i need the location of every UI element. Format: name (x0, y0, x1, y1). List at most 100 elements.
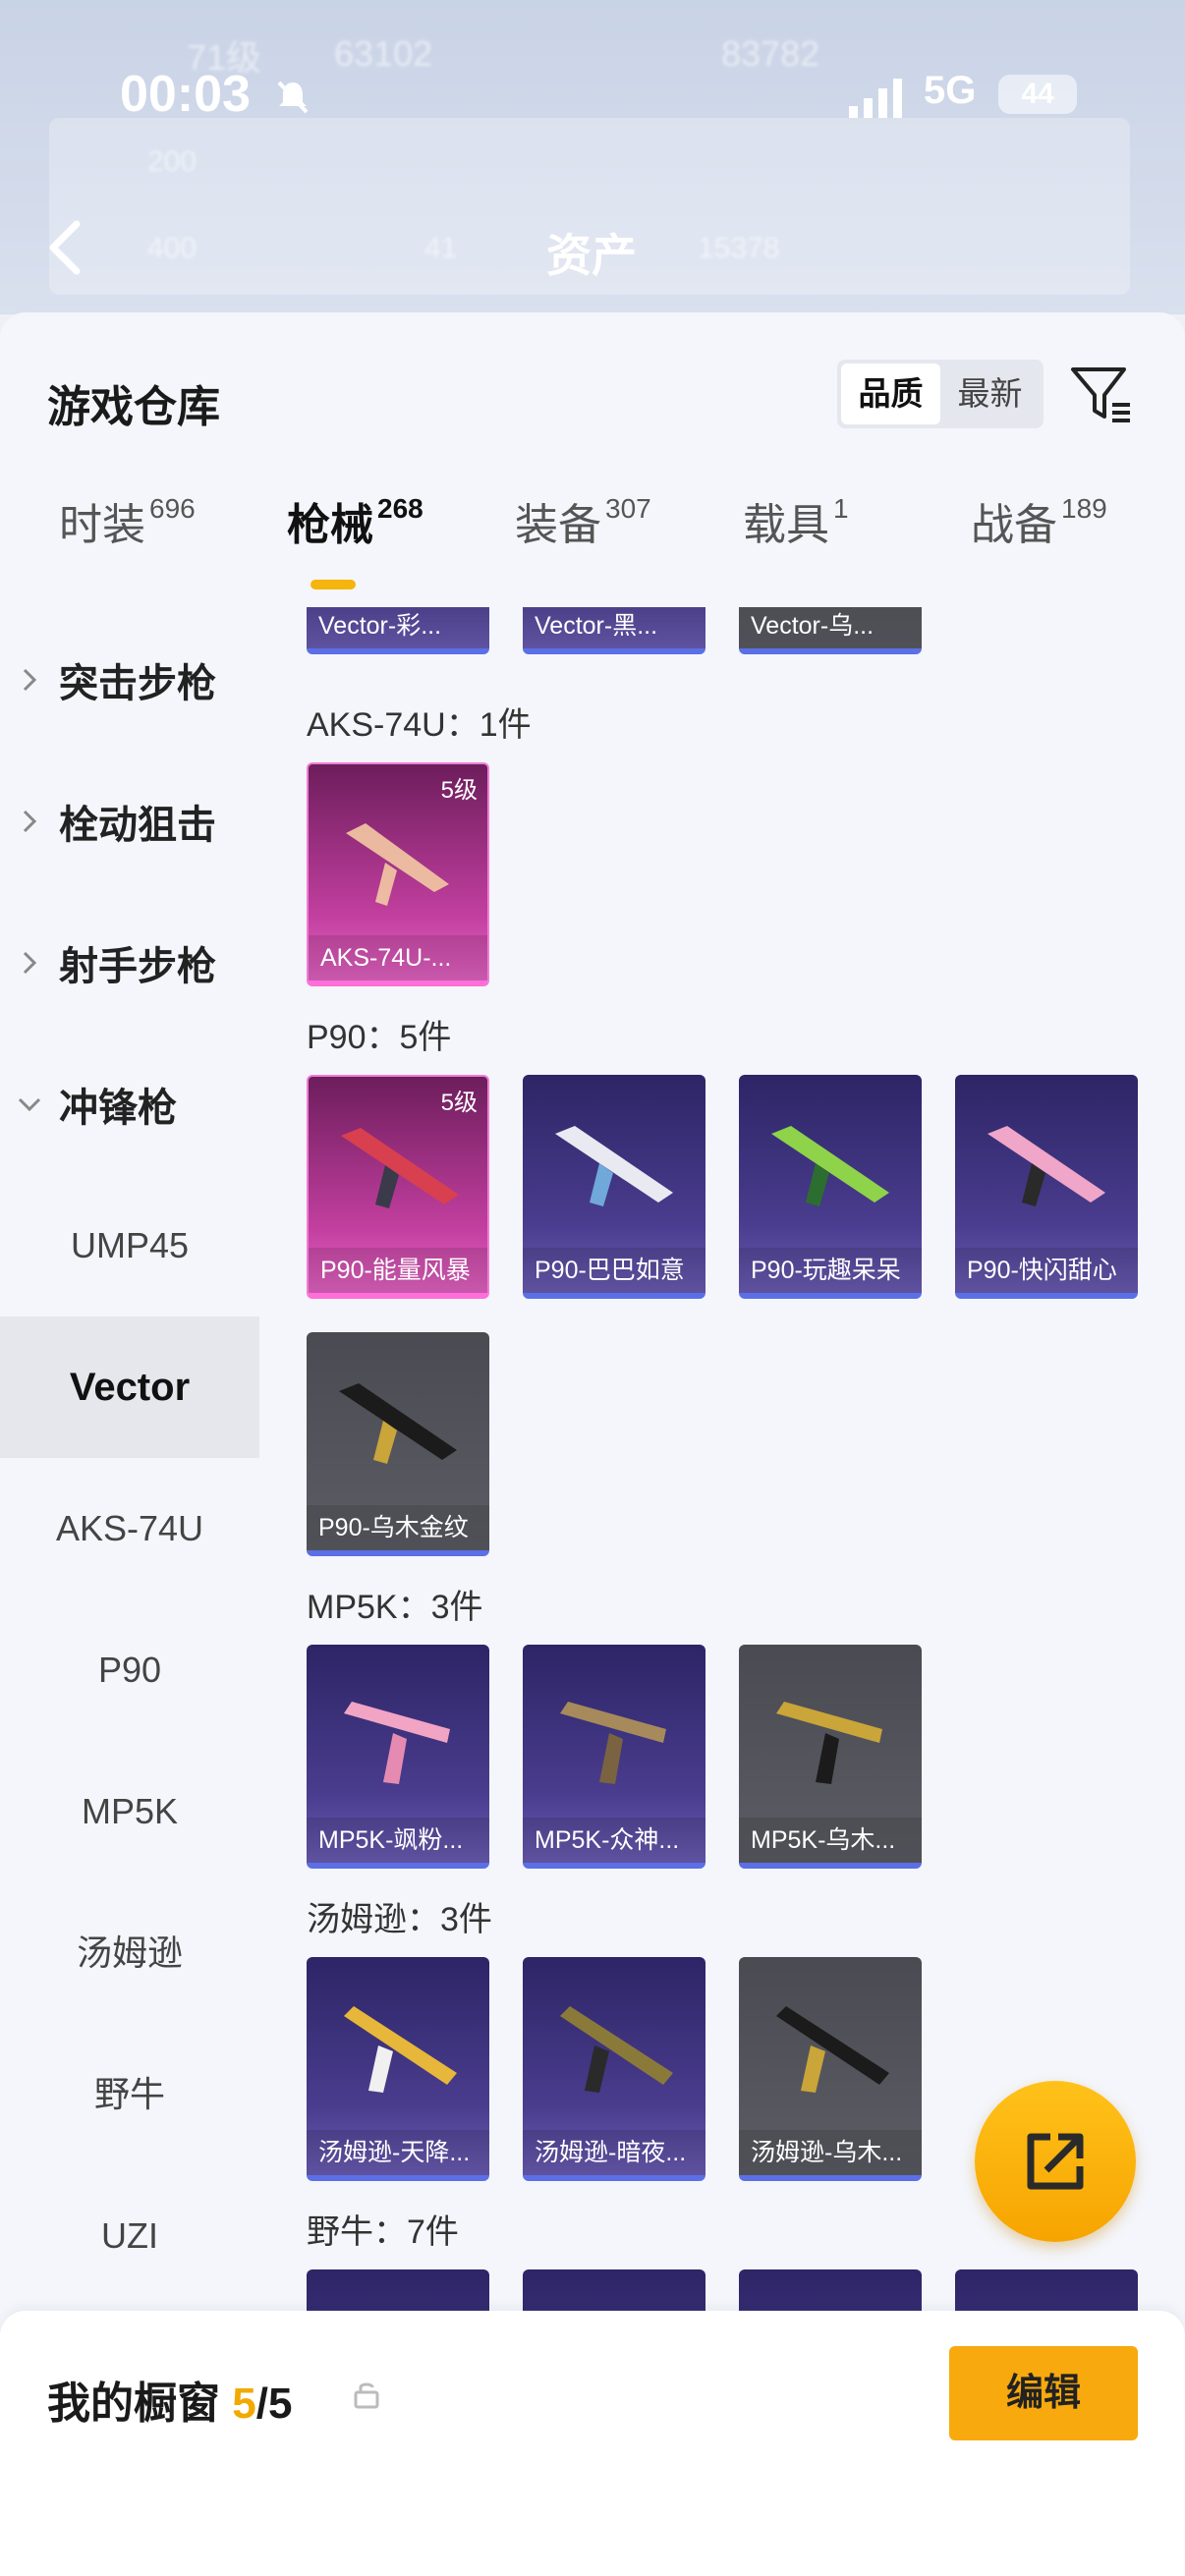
rifle-icon (776, 2006, 889, 2093)
edit-button[interactable]: 编辑 (949, 2346, 1138, 2440)
weapon-card-name: 汤姆逊-暗夜... (523, 2130, 705, 2175)
tab-label: 枪械 (287, 501, 373, 549)
smg-icon (771, 1126, 889, 1206)
tab-vehicles[interactable]: 载具 1 (743, 489, 849, 552)
tab-count: 268 (377, 493, 423, 524)
showcase-separator: / (255, 2380, 268, 2428)
weapon-card-name: Vector-乌... (739, 607, 922, 648)
sidebar-item-ump45[interactable]: UMP45 (0, 1175, 259, 1316)
weapon-grid: Vector-彩... Vector-黑... Vector-乌... AKS-… (259, 607, 1185, 2317)
pistol-smg-icon (344, 1702, 450, 1784)
weapon-card[interactable]: 5级 P90-能量风暴 (307, 1075, 489, 1299)
tab-count: 1 (833, 493, 849, 524)
weapon-card-name: P90-玩趣呆呆 (739, 1248, 922, 1293)
weapon-card[interactable]: P90-乌木金纹 (307, 1332, 489, 1556)
sidebar-category-label: 冲锋枪 (59, 1087, 177, 1130)
weapon-card[interactable]: MP5K-乌木... (739, 1645, 922, 1869)
sidebar-category-label: 突击步枪 (59, 662, 216, 705)
weapon-card[interactable] (739, 2269, 922, 2317)
tab-label: 时装 (59, 501, 145, 549)
status-bar: 00:03 5G 44 (0, 59, 1185, 138)
group-heading-p90: P90：5件 (307, 1019, 452, 1056)
smg-icon (339, 1383, 457, 1464)
showcase-current-count: 5 (232, 2380, 256, 2428)
weapon-card[interactable]: MP5K-飒粉... (307, 1645, 489, 1869)
weapon-card[interactable]: MP5K-众神... (523, 1645, 705, 1869)
back-arrow-icon[interactable] (45, 218, 85, 277)
status-time: 00:03 (120, 66, 251, 123)
sidebar-item-uzi[interactable]: UZI (0, 2165, 259, 2307)
sidebar-item-bison[interactable]: 野牛 (0, 2024, 259, 2165)
filter-icon[interactable] (1069, 362, 1134, 426)
sidebar-item-thompson[interactable]: 汤姆逊 (0, 1882, 259, 2024)
weapon-card[interactable]: Vector-黑... (523, 607, 705, 654)
weapon-card[interactable]: 5级 AKS-74U-... (307, 762, 489, 986)
sidebar-item-p90[interactable]: P90 (0, 1599, 259, 1741)
network-type: 5G (924, 69, 977, 112)
sort-quality-button[interactable]: 品质 (841, 364, 940, 424)
group-heading-bison: 野牛：7件 (307, 2213, 459, 2251)
sidebar-item-aks74u[interactable]: AKS-74U (0, 1458, 259, 1599)
sidebar-category-assault-rifle[interactable]: 突击步枪 (0, 609, 259, 751)
sidebar-category-label: 射手步枪 (59, 945, 216, 988)
weapon-card-name: Vector-彩... (307, 607, 489, 648)
smg-icon (555, 1126, 673, 1206)
sidebar-category-bolt-sniper[interactable]: 栓动狙击 (0, 751, 259, 892)
group-heading-mp5k: MP5K：3件 (307, 1589, 483, 1626)
weapon-type-sidebar: 突击步枪 栓动狙击 射手步枪 冲锋枪 UMP45 Vector AKS-74U … (0, 607, 259, 2576)
sidebar-category-marksman[interactable]: 射手步枪 (0, 892, 259, 1034)
pistol-smg-icon (560, 1702, 666, 1784)
ghost-stat-d: 15378 (698, 232, 780, 264)
tab-firearms[interactable]: 枪械 268 (287, 489, 423, 552)
tab-count: 189 (1061, 493, 1107, 524)
blurred-header-background: 71级 63102 83782 200 400 41 15378 00:03 5… (0, 0, 1185, 314)
chevron-down-icon (0, 1096, 59, 1112)
weapon-card-name: MP5K-飒粉... (307, 1818, 489, 1863)
weapon-card-name: MP5K-众神... (523, 1818, 705, 1863)
sidebar-category-smg[interactable]: 冲锋枪 (0, 1034, 259, 1175)
sort-toggle: 品质 最新 (837, 360, 1044, 428)
sidebar-item-vector[interactable]: Vector (0, 1316, 259, 1458)
active-tab-indicator (310, 580, 356, 589)
weapon-card[interactable]: Vector-彩... (307, 607, 489, 654)
sidebar-category-label: 栓动狙击 (59, 804, 216, 847)
weapon-card[interactable] (307, 2269, 489, 2317)
chevron-right-icon (0, 667, 59, 693)
weapon-card[interactable] (955, 2269, 1138, 2317)
weapon-card[interactable] (523, 2269, 705, 2317)
group-heading-thompson: 汤姆逊：3件 (307, 1901, 492, 1938)
weapon-card[interactable]: 汤姆逊-乌木... (739, 1957, 922, 2181)
smg-icon (341, 1128, 459, 1208)
weapon-card[interactable]: 汤姆逊-天降... (307, 1957, 489, 2181)
tab-label: 载具 (743, 501, 829, 549)
share-fab-button[interactable] (975, 2081, 1136, 2242)
category-tabs: 时装 696 枪械 268 装备 307 载具 1 战备 189 (0, 489, 1185, 607)
rifle-icon (346, 823, 449, 906)
weapon-card[interactable]: P90-快闪甜心 (955, 1075, 1138, 1299)
tab-count: 307 (605, 493, 651, 524)
signal-icon (849, 79, 902, 118)
sort-latest-button[interactable]: 最新 (940, 364, 1040, 424)
nav-title: 资产 (546, 230, 637, 281)
tab-equipment[interactable]: 装备 307 (515, 489, 651, 552)
weapon-card[interactable]: P90-巴巴如意 (523, 1075, 705, 1299)
weapon-card[interactable]: P90-玩趣呆呆 (739, 1075, 922, 1299)
weapon-card-name: P90-快闪甜心 (955, 1248, 1138, 1293)
showcase-total-count: 5 (267, 2380, 293, 2428)
tab-label: 装备 (515, 501, 601, 549)
weapon-card[interactable]: Vector-乌... (739, 607, 922, 654)
chevron-right-icon (0, 950, 59, 976)
sidebar-item-mp5k[interactable]: MP5K (0, 1741, 259, 1882)
rifle-icon (560, 2006, 673, 2093)
weapon-card-name: 汤姆逊-乌木... (739, 2130, 922, 2175)
weapon-card-name: MP5K-乌木... (739, 1818, 922, 1863)
weapon-card[interactable]: 汤姆逊-暗夜... (523, 1957, 705, 2181)
weapon-card-name: Vector-黑... (523, 607, 705, 648)
tab-fashion[interactable]: 时装 696 (59, 489, 196, 552)
smg-icon (988, 1126, 1105, 1206)
weapon-card-name: AKS-74U-... (309, 935, 487, 980)
weapon-card-name: P90-巴巴如意 (523, 1248, 705, 1293)
ghost-stat-c: 41 (424, 232, 458, 264)
weapon-card-name: 汤姆逊-天降... (307, 2130, 489, 2175)
tab-supplies[interactable]: 战备 189 (971, 489, 1107, 552)
